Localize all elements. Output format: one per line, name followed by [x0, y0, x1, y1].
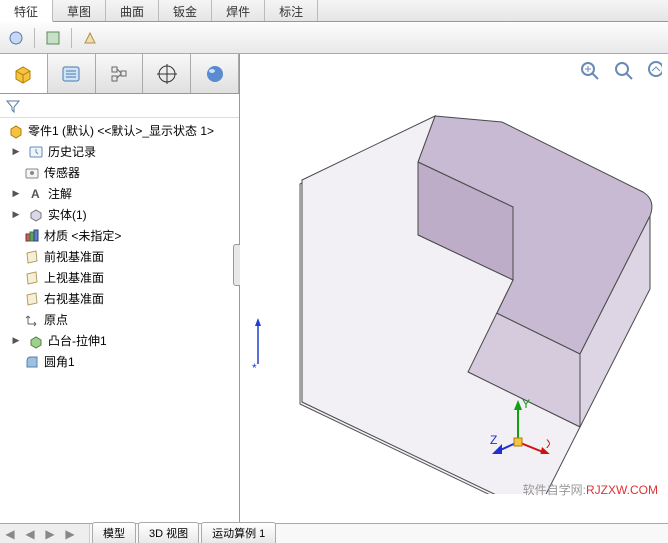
plane-icon — [24, 291, 40, 307]
plane-icon — [24, 249, 40, 265]
config-icon — [107, 62, 131, 86]
tree-item-front-plane[interactable]: 前视基准面 — [0, 246, 239, 267]
bottom-scroll: ◀ ◀ ▶ ▶ — [0, 524, 90, 543]
scroll-left-button[interactable]: ◀ — [0, 524, 20, 543]
tree-item-label: 实体(1) — [48, 206, 87, 223]
tree-item-fillet[interactable]: 圆角1 — [0, 351, 239, 372]
graphics-viewport[interactable]: * Y X Z 软件自学网:RJZXW.COM — [240, 54, 668, 524]
tree-item-top-plane[interactable]: 上视基准面 — [0, 267, 239, 288]
tree-item-sensor[interactable]: 传感器 — [0, 162, 239, 183]
tree-root-label: 零件1 (默认) <<默认>_显示状态 1> — [28, 122, 214, 139]
triad-z-label: Z — [490, 433, 497, 447]
panel-tab-dimxpert[interactable] — [143, 54, 191, 93]
model-render — [240, 54, 660, 494]
part-icon — [10, 61, 36, 87]
tree-item-extrude[interactable]: ▶ 凸台-拉伸1 — [0, 330, 239, 351]
filter-bar[interactable] — [0, 94, 239, 118]
tree-item-label: 前视基准面 — [44, 248, 104, 265]
toolbar-btn-3[interactable] — [78, 26, 102, 50]
tree-item-label: 历史记录 — [48, 143, 96, 160]
watermark: 软件自学网:RJZXW.COM — [523, 481, 658, 498]
annotation-icon: A — [28, 186, 44, 202]
panel-tab-feature-tree[interactable] — [0, 54, 48, 93]
tree-item-material[interactable]: 材质 <未指定> — [0, 225, 239, 246]
separator — [34, 28, 35, 48]
command-tabs: 特征 草图 曲面 钣金 焊件 标注 — [0, 0, 668, 22]
bottom-tab-model[interactable]: 模型 — [92, 522, 136, 543]
bottom-tab-3dview[interactable]: 3D 视图 — [138, 522, 199, 543]
tab-weldment[interactable]: 焊件 — [212, 0, 265, 21]
tree-item-label: 材质 <未指定> — [44, 227, 121, 244]
tab-feature[interactable]: 特征 — [0, 0, 53, 22]
panel-tab-config[interactable] — [96, 54, 144, 93]
watermark-text: 软件自学网: — [523, 483, 586, 497]
toolbar — [0, 22, 668, 54]
tree-item-label: 右视基准面 — [44, 290, 104, 307]
feature-manager-panel: 零件1 (默认) <<默认>_显示状态 1> ▶ 历史记录 传感器 ▶ A 注解… — [0, 54, 240, 524]
watermark-url: RJZXW.COM — [586, 483, 658, 497]
view-triad[interactable]: Y X Z — [490, 394, 550, 454]
part-icon — [8, 123, 24, 139]
tree-root[interactable]: 零件1 (默认) <<默认>_显示状态 1> — [0, 120, 239, 141]
bottom-tab-motion[interactable]: 运动算例 1 — [201, 522, 276, 543]
expand-icon[interactable]: ▶ — [10, 335, 22, 347]
sensor-icon — [24, 165, 40, 181]
toolbar-btn-2[interactable] — [41, 26, 65, 50]
tree-item-label: 凸台-拉伸1 — [48, 332, 107, 349]
tree-item-right-plane[interactable]: 右视基准面 — [0, 288, 239, 309]
tree-item-history[interactable]: ▶ 历史记录 — [0, 141, 239, 162]
origin-icon — [24, 312, 40, 328]
tree-item-label: 注解 — [48, 185, 72, 202]
bottom-tabs: ◀ ◀ ▶ ▶ 模型 3D 视图 运动算例 1 — [0, 523, 668, 543]
tree-item-label: 原点 — [44, 311, 68, 328]
target-icon — [155, 62, 179, 86]
extrude-icon — [28, 333, 44, 349]
panel-tab-property[interactable] — [48, 54, 96, 93]
svg-text:A: A — [31, 187, 40, 201]
tab-sketch[interactable]: 草图 — [53, 0, 106, 21]
vertical-axis-indicator: * — [250, 314, 280, 374]
toolbar-btn-1[interactable] — [4, 26, 28, 50]
separator — [71, 28, 72, 48]
expand-icon[interactable]: ▶ — [10, 209, 22, 221]
scroll-left-fast-button[interactable]: ◀ — [20, 524, 40, 543]
tree-item-annotation[interactable]: ▶ A 注解 — [0, 183, 239, 204]
fillet-icon — [24, 354, 40, 370]
tree-item-origin[interactable]: 原点 — [0, 309, 239, 330]
tab-surface[interactable]: 曲面 — [106, 0, 159, 21]
filter-icon — [6, 99, 20, 113]
triad-x-label: X — [546, 437, 550, 451]
panel-tabs — [0, 54, 239, 94]
tree-item-solid[interactable]: ▶ 实体(1) — [0, 204, 239, 225]
solid-icon — [28, 207, 44, 223]
tree-item-label: 圆角1 — [44, 353, 75, 370]
expand-icon[interactable]: ▶ — [10, 146, 22, 158]
tab-annotate[interactable]: 标注 — [265, 0, 318, 21]
scroll-right-fast-button[interactable]: ▶ — [60, 524, 80, 543]
property-icon — [59, 62, 83, 86]
svg-text:*: * — [252, 361, 257, 374]
tree-item-label: 上视基准面 — [44, 269, 104, 286]
feature-tree: 零件1 (默认) <<默认>_显示状态 1> ▶ 历史记录 传感器 ▶ A 注解… — [0, 118, 239, 524]
tab-sheetmetal[interactable]: 钣金 — [159, 0, 212, 21]
panel-tab-display[interactable] — [191, 54, 239, 93]
history-icon — [28, 144, 44, 160]
triad-y-label: Y — [522, 397, 530, 411]
scroll-right-button[interactable]: ▶ — [40, 524, 60, 543]
material-icon — [24, 228, 40, 244]
expand-icon[interactable]: ▶ — [10, 188, 22, 200]
tree-item-label: 传感器 — [44, 164, 80, 181]
appearance-icon — [203, 62, 227, 86]
plane-icon — [24, 270, 40, 286]
